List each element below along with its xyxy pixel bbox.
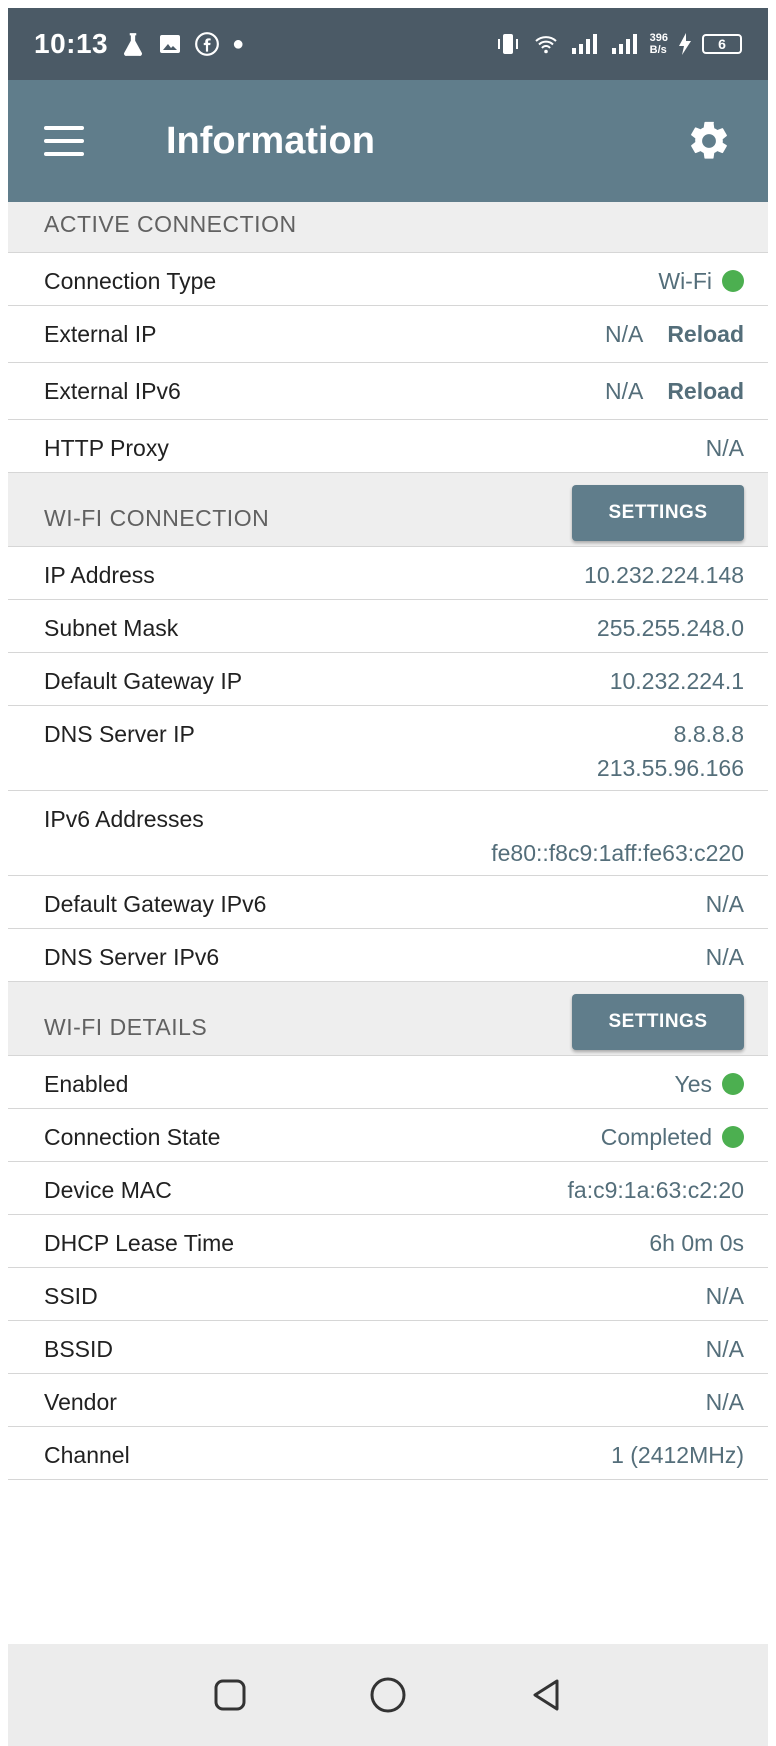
row-default-gateway-ipv6: Default Gateway IPv6 N/A bbox=[8, 876, 768, 929]
row-dhcp-lease-time: DHCP Lease Time 6h 0m 0s bbox=[8, 1215, 768, 1268]
wifi-connection-settings-button[interactable]: SETTINGS bbox=[572, 485, 744, 541]
status-time: 10:13 bbox=[34, 28, 109, 59]
page-title: Information bbox=[166, 119, 375, 162]
navigation-bar bbox=[8, 1644, 768, 1746]
row-channel: Channel 1 (2412MHz) bbox=[8, 1427, 768, 1480]
section-wifi-details: WI-FI DETAILS SETTINGS bbox=[8, 982, 768, 1056]
row-connection-type: Connection Type Wi-Fi bbox=[8, 253, 768, 306]
menu-icon[interactable] bbox=[44, 126, 84, 156]
row-ipv6-addresses: IPv6 Addresses fe80::f8c9:1aff:fe63:c220 bbox=[8, 791, 768, 876]
app-bar: Information bbox=[8, 80, 768, 202]
notification-dot-icon: ● bbox=[232, 32, 245, 55]
row-subnet-mask: Subnet Mask 255.255.248.0 bbox=[8, 600, 768, 653]
row-bssid: BSSID N/A bbox=[8, 1321, 768, 1374]
wifi-details-settings-button[interactable]: SETTINGS bbox=[572, 994, 744, 1050]
row-external-ipv6: External IPv6 N/A Reload bbox=[8, 363, 768, 420]
row-external-ip: External IP N/A Reload bbox=[8, 306, 768, 363]
network-speed: 396 B/s bbox=[649, 32, 668, 56]
row-dns-server-ipv6: DNS Server IPv6 N/A bbox=[8, 929, 768, 982]
row-http-proxy: HTTP Proxy N/A bbox=[8, 420, 768, 473]
flask-icon bbox=[124, 33, 143, 56]
signal-icon bbox=[571, 34, 597, 54]
wifi-icon bbox=[534, 36, 557, 54]
row-vendor: Vendor N/A bbox=[8, 1374, 768, 1427]
section-wifi-connection: WI-FI CONNECTION SETTINGS bbox=[8, 473, 768, 547]
section-active-connection: ACTIVE CONNECTION bbox=[8, 202, 768, 253]
row-dns-server-ip: DNS Server IP 8.8.8.8 213.55.96.166 bbox=[8, 706, 768, 791]
facebook-icon bbox=[195, 32, 220, 56]
status-ok-icon bbox=[722, 1073, 744, 1095]
gear-icon[interactable] bbox=[686, 118, 732, 164]
home-icon[interactable] bbox=[368, 1675, 408, 1715]
status-ok-icon bbox=[722, 270, 744, 292]
reload-external-ipv6-button[interactable]: Reload bbox=[667, 363, 744, 419]
signal-icon-2 bbox=[611, 34, 637, 54]
back-icon[interactable] bbox=[528, 1677, 564, 1713]
recent-apps-icon[interactable] bbox=[212, 1677, 248, 1713]
status-bar: 10:13 ● 396 B/s 6 bbox=[8, 8, 768, 80]
gallery-icon bbox=[160, 35, 181, 53]
info-list[interactable]: ACTIVE CONNECTION Connection Type Wi-Fi … bbox=[8, 202, 768, 1644]
row-enabled: Enabled Yes bbox=[8, 1056, 768, 1109]
reload-external-ip-button[interactable]: Reload bbox=[667, 306, 744, 362]
row-ssid: SSID N/A bbox=[8, 1268, 768, 1321]
status-ok-icon bbox=[722, 1126, 744, 1148]
vibrate-icon bbox=[497, 34, 518, 54]
row-device-mac: Device MAC fa:c9:1a:63:c2:20 bbox=[8, 1162, 768, 1215]
row-ip-address: IP Address 10.232.224.148 bbox=[8, 547, 768, 600]
row-connection-state: Connection State Completed bbox=[8, 1109, 768, 1162]
battery-icon: 6 bbox=[702, 34, 742, 54]
charging-icon bbox=[679, 33, 691, 55]
row-default-gateway-ip: Default Gateway IP 10.232.224.1 bbox=[8, 653, 768, 706]
